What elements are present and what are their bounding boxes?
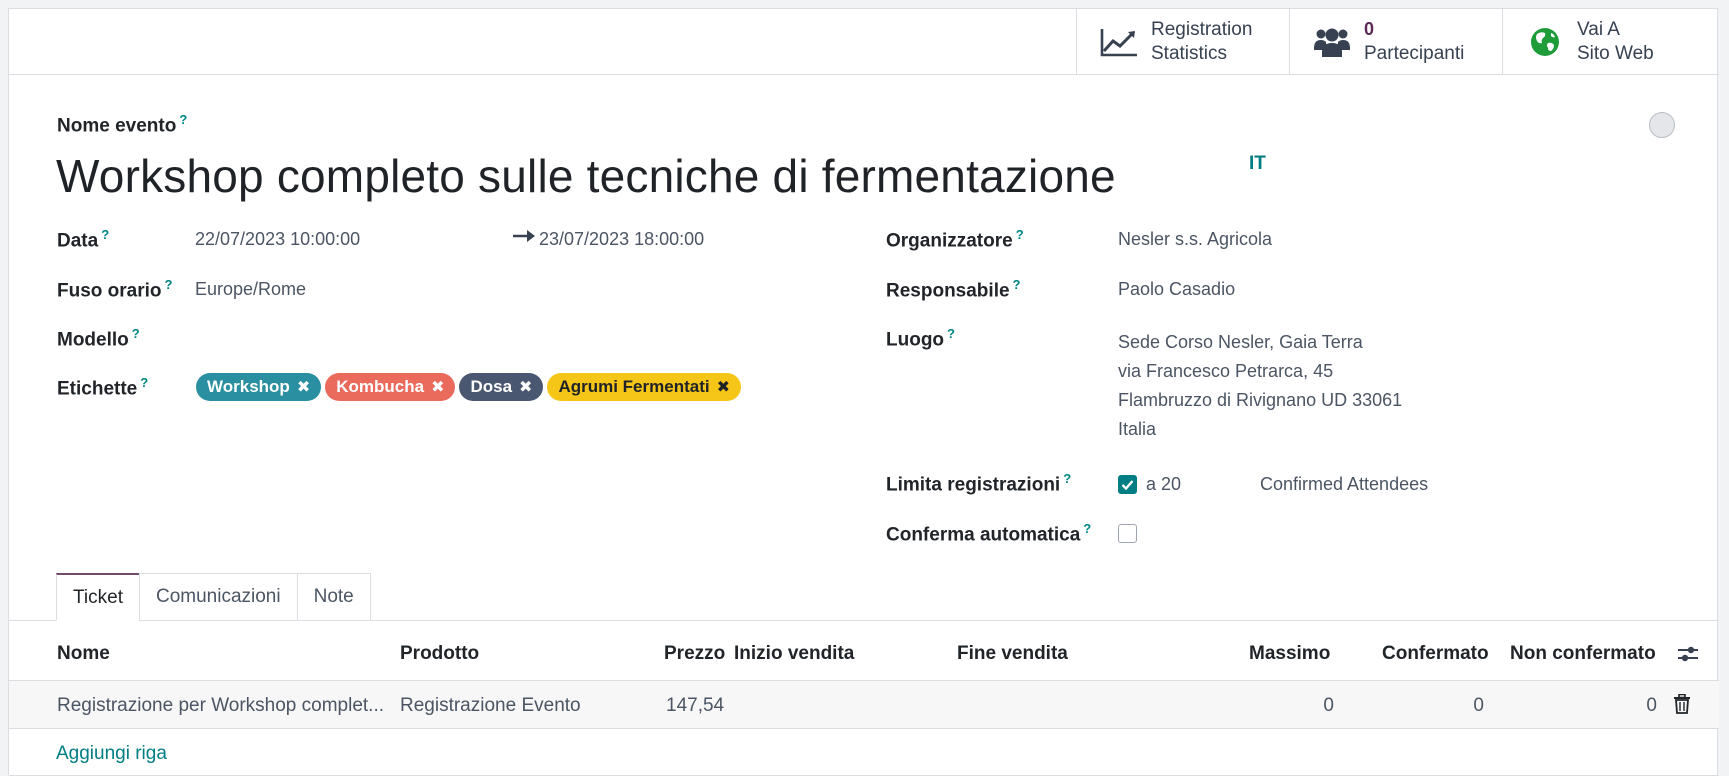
- optional-columns-icon[interactable]: [1677, 643, 1699, 671]
- event-name-label: Nome evento?: [57, 112, 188, 137]
- date-end-input[interactable]: 23/07/2023 18:00:00: [539, 229, 704, 250]
- attendees-count: 0: [1364, 19, 1375, 39]
- ticket-name-cell[interactable]: Registrazione per Workshop complet...: [57, 695, 384, 717]
- venue-line: via Francesco Petrarca, 45: [1118, 361, 1334, 381]
- venue-label: Luogo?: [886, 326, 955, 351]
- column-header-unconfirmed[interactable]: Non confermato: [1510, 643, 1656, 665]
- seats-limit-input[interactable]: a 20: [1146, 474, 1181, 495]
- limit-unit-label: Confirmed Attendees: [1260, 474, 1429, 494]
- column-header-product[interactable]: Prodotto: [400, 643, 479, 665]
- template-label: Modello?: [57, 326, 140, 351]
- auto-confirm-label: Conferma automatica?: [886, 521, 1092, 546]
- responsible-input[interactable]: Paolo Casadio: [1118, 279, 1235, 300]
- help-tooltip-icon[interactable]: ?: [140, 375, 148, 390]
- help-tooltip-icon[interactable]: ?: [1063, 471, 1071, 486]
- notebook-tabs: Ticket Comunicazioni Note: [56, 573, 371, 621]
- template-input[interactable]: [195, 326, 755, 352]
- ticket-price-cell[interactable]: 147,54: [666, 695, 724, 717]
- remove-tag-icon[interactable]: ✖: [297, 377, 310, 397]
- globe-icon: [1525, 25, 1565, 59]
- trash-icon[interactable]: [1673, 693, 1691, 720]
- go-to-website-button[interactable]: Vai A Sito Web: [1502, 9, 1719, 74]
- limit-registrations-label: Limita registrazioni?: [886, 471, 1072, 496]
- language-button[interactable]: IT: [1249, 153, 1266, 175]
- help-tooltip-icon[interactable]: ?: [101, 227, 109, 242]
- venue-line: Sede Corso Nesler, Gaia Terra: [1118, 332, 1363, 352]
- column-header-sale-end[interactable]: Fine vendita: [957, 643, 1068, 665]
- tag-label: Kombucha: [336, 377, 425, 396]
- ticket-table-header: Nome Prodotto Prezzo Inizio vendita Fine…: [9, 629, 1719, 681]
- remove-tag-icon[interactable]: ✖: [431, 377, 444, 397]
- tags-input[interactable]: Workshop ✖ Kombucha ✖ Dosa ✖ Agrumi Fermentati…: [196, 373, 741, 401]
- ticket-confirmed-cell: 0: [1473, 695, 1484, 716]
- auto-confirm-checkbox[interactable]: [1118, 524, 1137, 543]
- organizer-label: Organizzatore?: [886, 227, 1024, 252]
- help-tooltip-icon[interactable]: ?: [1016, 227, 1024, 242]
- attendees-button[interactable]: 0 Partecipanti: [1289, 9, 1502, 74]
- ticket-max-cell[interactable]: 0: [1284, 695, 1334, 717]
- kanban-state-indicator[interactable]: [1649, 112, 1675, 138]
- website-line2: Sito Web: [1577, 42, 1654, 64]
- limit-registrations-checkbox[interactable]: [1118, 475, 1137, 494]
- ticket-unconfirmed-cell: 0: [1646, 695, 1657, 716]
- tab-communications[interactable]: Comunicazioni: [138, 573, 298, 621]
- form-sheet: Registration Statistics 0 Partecipanti Vai…: [8, 8, 1719, 776]
- area-chart-icon: [1099, 25, 1139, 59]
- remove-tag-icon[interactable]: ✖: [717, 377, 730, 397]
- column-header-sale-start[interactable]: Inizio vendita: [734, 643, 854, 665]
- organizer-input[interactable]: Nesler s.s. Agricola: [1118, 229, 1272, 250]
- check-icon: [1121, 480, 1134, 491]
- stats-line1: Registration: [1151, 18, 1253, 40]
- table-row[interactable]: Registrazione per Workshop complet... Re…: [9, 681, 1719, 729]
- timezone-select[interactable]: Europe/Rome: [195, 279, 306, 300]
- tag-badge: Kombucha ✖: [325, 373, 456, 401]
- tag-label: Dosa: [470, 377, 513, 396]
- website-line1: Vai A: [1577, 18, 1620, 40]
- tag-badge: Dosa ✖: [459, 373, 544, 401]
- add-line-link[interactable]: Aggiungi riga: [56, 743, 167, 765]
- tab-notes[interactable]: Note: [296, 573, 371, 621]
- smart-button-box: Registration Statistics 0 Partecipanti Vai…: [9, 9, 1719, 75]
- responsible-label: Responsabile?: [886, 277, 1021, 302]
- help-tooltip-icon[interactable]: ?: [1013, 277, 1021, 292]
- venue-line: Flambruzzo di Rivignano UD 33061: [1118, 390, 1403, 410]
- users-icon: [1312, 25, 1352, 59]
- timezone-label: Fuso orario?: [57, 277, 173, 302]
- help-tooltip-icon[interactable]: ?: [165, 277, 173, 292]
- venue-address[interactable]: Sede Corso Nesler, Gaia Terra via France…: [1118, 328, 1402, 444]
- ticket-product-cell[interactable]: Registrazione Evento: [400, 695, 581, 717]
- tags-label: Etichette?: [57, 375, 149, 400]
- column-header-max[interactable]: Massimo: [1249, 643, 1330, 665]
- help-tooltip-icon[interactable]: ?: [1083, 521, 1091, 536]
- arrow-right-icon: [513, 227, 535, 248]
- date-label: Data?: [57, 227, 110, 252]
- tag-badge: Workshop ✖: [196, 373, 322, 401]
- event-name-input[interactable]: Workshop completo sulle tecniche di ferm…: [56, 149, 1116, 203]
- stats-line2: Statistics: [1151, 42, 1228, 64]
- column-header-price[interactable]: Prezzo: [664, 643, 725, 665]
- help-tooltip-icon[interactable]: ?: [179, 112, 187, 127]
- date-start-input[interactable]: 22/07/2023 10:00:00: [195, 229, 360, 250]
- column-header-confirmed[interactable]: Confermato: [1382, 643, 1489, 665]
- remove-tag-icon[interactable]: ✖: [519, 377, 532, 397]
- tab-ticket[interactable]: Ticket: [56, 573, 140, 621]
- tag-badge: Agrumi Fermentati ✖: [547, 373, 741, 401]
- help-tooltip-icon[interactable]: ?: [947, 326, 955, 341]
- venue-line: Italia: [1118, 419, 1157, 439]
- tag-label: Agrumi Fermentati: [558, 377, 710, 396]
- registration-statistics-button[interactable]: Registration Statistics: [1076, 9, 1289, 74]
- help-tooltip-icon[interactable]: ?: [132, 326, 140, 341]
- column-header-name[interactable]: Nome: [57, 643, 110, 665]
- attendees-label: Partecipanti: [1364, 43, 1465, 64]
- tag-label: Workshop: [207, 377, 290, 396]
